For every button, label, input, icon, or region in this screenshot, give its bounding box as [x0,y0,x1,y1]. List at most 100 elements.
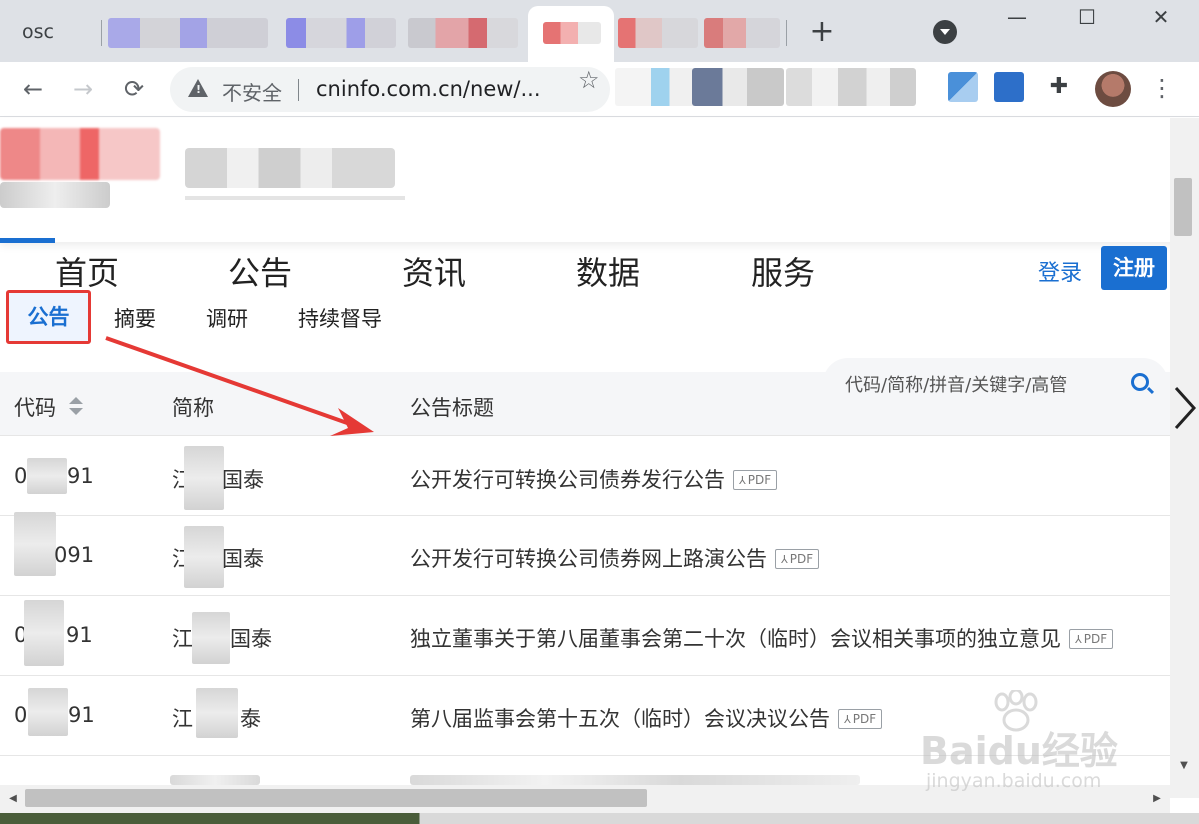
search-input[interactable]: 代码/简称/拼音/关键字/高管 [823,358,1168,408]
column-header-title: 公告标题 [410,396,494,420]
extension-icon-blurred[interactable] [786,68,916,106]
reload-icon[interactable]: ⟳ [117,72,151,106]
announcement-title-link[interactable]: 公开发行可转换公司债券发行公告 ⅄ PDF [410,464,778,494]
site-slogan-blurred [185,148,395,188]
browser-tab-active-blurred-label [543,22,601,44]
browser-tab-osc[interactable]: osc [0,10,100,54]
subtab-research[interactable]: 调研 [206,303,248,333]
announcement-title-link[interactable]: 公开发行可转换公司债券网上路演公告 ⅄ PDF [410,543,820,573]
sort-icon[interactable] [68,395,84,417]
code-suffix: 091 [54,543,95,567]
nav-announcements[interactable]: 公告 [228,248,292,294]
pdf-label: PDF [852,712,877,726]
pdf-icon: ⅄ [844,713,851,726]
name-prefix: 江 [172,627,193,651]
site-logo-blurred [0,182,110,208]
announcement-title[interactable]: 公开发行可转换公司债券发行公告 [410,468,725,492]
code-suffix: 91 [68,703,95,727]
subtab-summary[interactable]: 摘要 [114,303,156,333]
browser-tab-blurred[interactable] [704,18,780,48]
redacted-mosaic [192,612,230,664]
browser-tab-blurred[interactable] [108,18,268,48]
pdf-badge[interactable]: ⅄ PDF [775,549,820,569]
partial-row-blurred [410,775,860,785]
code-prefix: 0 [14,703,28,727]
browser-tab-blurred[interactable] [286,18,396,48]
tab-search-icon[interactable] [933,20,957,44]
new-tab-button[interactable]: + [806,14,838,50]
column-header-code[interactable]: 代码 [14,392,56,422]
search-icon[interactable] [1131,373,1149,391]
pdf-badge[interactable]: ⅄ PDF [733,470,778,490]
bookmark-star-icon[interactable]: ☆ [578,66,600,94]
watermark-brand: Baidu经验 [920,729,1118,773]
redacted-mosaic [14,512,56,576]
redacted-mosaic [196,688,238,738]
register-button[interactable]: 注册 [1101,246,1167,290]
code-suffix: 91 [67,464,94,488]
redacted-mosaic [28,688,68,736]
redacted-mosaic [27,458,67,494]
browser-menu-icon[interactable]: ⋮ [1150,70,1174,106]
nav-services[interactable]: 服务 [751,248,815,294]
browser-tab-blurred[interactable] [408,18,518,48]
tab-divider [101,20,102,46]
announcement-title-link[interactable]: 第八届监事会第十五次（临时）会议决议公告 ⅄ PDF [410,703,883,733]
site-header [0,118,1199,242]
redacted-mosaic [24,600,64,666]
announcement-title-link[interactable]: 独立董事关于第八届董事会第二十次（临时）会议相关事项的独立意见 ⅄ PDF [410,623,1114,653]
code-prefix: 0 [14,464,28,488]
security-status[interactable]: 不安全 [222,77,282,106]
nav-news[interactable]: 资讯 [402,248,466,294]
announcement-title[interactable]: 第八届监事会第十五次（临时）会议决议公告 [410,707,830,731]
redacted-mosaic [184,446,224,510]
browser-tab-blurred[interactable] [618,18,698,48]
pdf-badge[interactable]: ⅄ PDF [838,709,883,729]
warning-icon[interactable] [188,79,208,97]
extension-icon-blurred[interactable] [994,72,1024,102]
pdf-icon: ⅄ [739,474,746,487]
tab-divider [786,20,787,46]
extensions-puzzle-icon[interactable]: ✚ [1042,70,1076,104]
watermark-domain: jingyan.baidu.com [926,770,1102,792]
chevron-right-icon[interactable] [1172,384,1199,432]
nav-data[interactable]: 数据 [576,248,640,294]
vertical-scrollbar-thumb[interactable] [1174,178,1192,236]
login-link[interactable]: 登录 [1038,255,1082,287]
maximize-button[interactable]: ☐ [1063,2,1111,32]
extension-icon-blurred[interactable] [948,72,978,102]
close-button[interactable]: ✕ [1137,2,1185,32]
forward-arrow-icon[interactable]: → [66,72,100,106]
name-suffix: 国泰 [222,547,264,571]
pdf-badge[interactable]: ⅄ PDF [1069,629,1114,649]
announcement-title[interactable]: 公开发行可转换公司债券网上路演公告 [410,547,767,571]
pdf-label: PDF [1083,632,1108,646]
extension-icon-blurred[interactable] [615,68,695,106]
browser-tab-label: osc [22,21,54,43]
scroll-left-arrow-icon[interactable]: ◀ [4,789,22,809]
subtab-announcements[interactable]: 公告 [6,290,91,344]
pdf-label: PDF [789,552,814,566]
baidu-watermark: Baidu经验 jingyan.baidu.com [920,690,1160,800]
site-logo-blurred[interactable] [0,128,160,180]
code-suffix: 91 [66,623,93,647]
redacted-mosaic [184,526,224,588]
slogan-underline [185,196,405,200]
pdf-icon: ⅄ [781,553,788,566]
partial-row-blurred [170,775,260,785]
profile-avatar[interactable] [1095,71,1131,107]
url-text[interactable]: cninfo.com.cn/new/... [316,77,541,101]
scroll-down-arrow-icon[interactable]: ▼ [1173,760,1195,780]
subtab-supervision[interactable]: 持续督导 [298,303,382,333]
search-placeholder: 代码/简称/拼音/关键字/高管 [845,375,1068,396]
nav-home[interactable]: 首页 [55,248,119,294]
announcement-title[interactable]: 独立董事关于第八届董事会第二十次（临时）会议相关事项的独立意见 [410,627,1061,651]
active-section-indicator [0,238,55,243]
minimize-button[interactable]: — [993,2,1041,32]
name-suffix: 泰 [240,707,261,731]
extension-icon-blurred[interactable] [692,68,784,106]
name-suffix: 国泰 [230,627,272,651]
horizontal-scrollbar-thumb[interactable] [25,789,647,807]
address-bar[interactable]: 不安全 cninfo.com.cn/new/... [170,67,610,112]
back-arrow-icon[interactable]: ← [16,72,50,106]
